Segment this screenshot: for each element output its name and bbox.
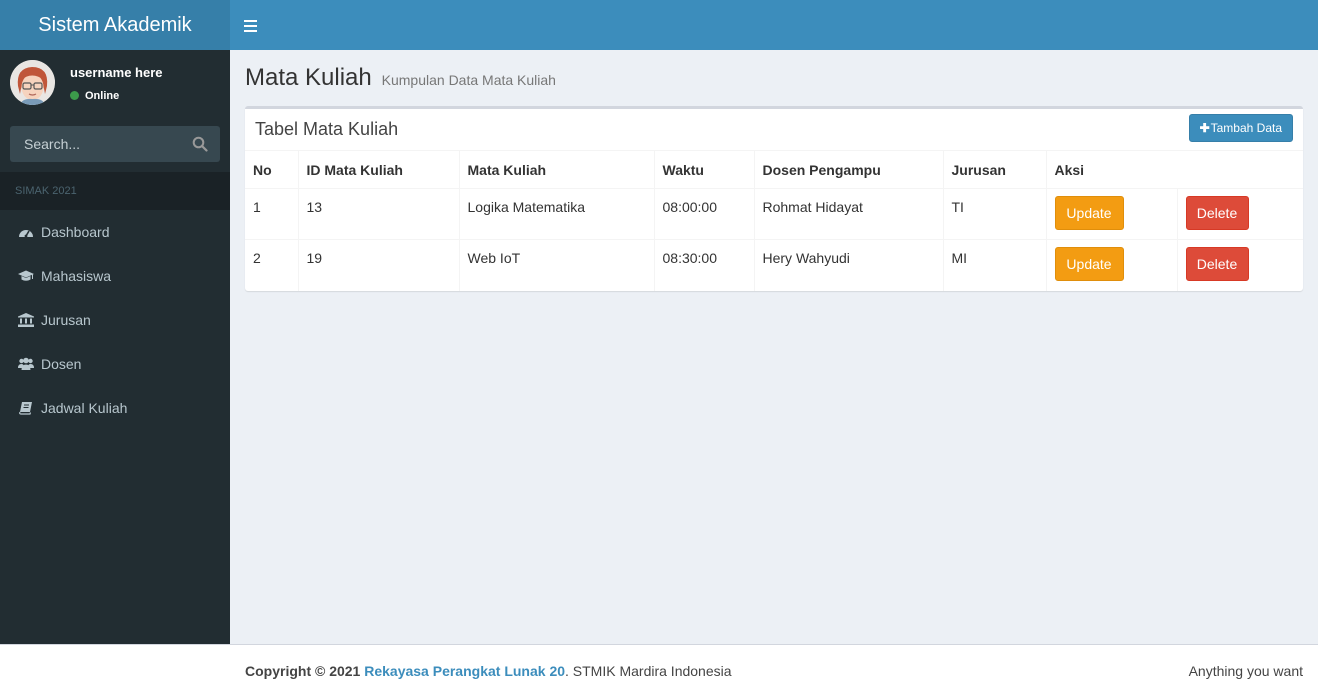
- search-input[interactable]: [10, 126, 180, 162]
- sidebar-item-jadwal-kuliah[interactable]: Jadwal Kuliah: [0, 386, 230, 430]
- cell-dosen: Rohmat Hidayat: [753, 188, 943, 240]
- cell-dosen: Hery Wahyudi: [753, 239, 943, 291]
- column-header: ID Mata Kuliah: [297, 150, 459, 189]
- search-icon[interactable]: [192, 136, 208, 152]
- table-header-row: No ID Mata Kuliah Mata Kuliah Waktu Dose…: [245, 150, 1303, 189]
- sidebar-item-label: Dashboard: [41, 224, 110, 240]
- data-box: Tabel Mata Kuliah ✚Tambah Data No ID Mat…: [245, 106, 1303, 291]
- delete-button[interactable]: Delete: [1185, 196, 1249, 230]
- update-button[interactable]: Update: [1054, 247, 1124, 281]
- footer-link[interactable]: Rekayasa Perangkat Lunak 20: [364, 663, 565, 679]
- copyright-text: Copyright © 2021: [245, 663, 361, 679]
- graduation-cap-icon: [18, 256, 34, 281]
- cell-delete: Delete: [1176, 188, 1303, 240]
- footer-org: . STMIK Mardira Indonesia: [565, 663, 732, 679]
- footer-right-text: Anything you want: [1188, 663, 1303, 679]
- sidebar-toggle-icon[interactable]: [242, 15, 260, 35]
- app-logo[interactable]: Sistem Akademik: [0, 0, 230, 50]
- sidebar-item-label: Jadwal Kuliah: [41, 400, 128, 416]
- user-name: username here: [70, 65, 163, 80]
- cell-update: Update: [1045, 239, 1177, 291]
- plus-icon: ✚: [1199, 121, 1210, 135]
- user-status-label: Online: [85, 90, 120, 102]
- sidebar-item-mahasiswa[interactable]: Mahasiswa: [0, 254, 230, 298]
- book-icon: [18, 388, 34, 415]
- sidebar-item-label: Dosen: [41, 356, 82, 372]
- column-header: Aksi: [1045, 150, 1303, 189]
- cell-mata-kuliah: Logika Matematika: [458, 188, 654, 240]
- delete-button[interactable]: Delete: [1185, 247, 1249, 281]
- mata-kuliah-table: No ID Mata Kuliah Mata Kuliah Waktu Dose…: [245, 150, 1303, 291]
- sidebar-item-dosen[interactable]: Dosen: [0, 342, 230, 386]
- cell-waktu: 08:30:00: [653, 239, 754, 291]
- sidebar-menu: Dashboard Mahasiswa Jurusan Dosen Jadwal…: [0, 210, 230, 430]
- dashboard-icon: [18, 212, 34, 238]
- institution-icon: [18, 300, 34, 327]
- column-header: Mata Kuliah: [458, 150, 654, 189]
- cell-jurusan: MI: [942, 239, 1046, 291]
- footer-copyright: Copyright © 2021 Rekayasa Perangkat Luna…: [245, 663, 732, 679]
- user-panel: username here Online: [0, 50, 230, 112]
- top-navbar: [230, 0, 1318, 50]
- cell-mata-kuliah: Web IoT: [458, 239, 654, 291]
- cell-id: 13: [297, 188, 459, 240]
- column-header: No: [253, 161, 272, 178]
- cell-waktu: 08:00:00: [653, 188, 754, 240]
- table-row: 2 19 Web IoT 08:30:00 Hery Wahyudi MI Up…: [245, 239, 1303, 291]
- column-header: Dosen Pengampu: [753, 150, 943, 189]
- cell-update: Update: [1045, 188, 1177, 240]
- sidebar: username here Online SIMAK 2021 Dashboar…: [0, 50, 230, 644]
- add-data-label: Tambah Data: [1210, 121, 1282, 135]
- cell-no: 2: [253, 250, 261, 266]
- footer: Copyright © 2021 Rekayasa Perangkat Luna…: [0, 644, 1318, 695]
- sidebar-search: [10, 126, 220, 162]
- menu-header: SIMAK 2021: [0, 172, 230, 210]
- page-subtitle: Kumpulan Data Mata Kuliah: [381, 72, 556, 88]
- cell-no: 1: [253, 199, 261, 215]
- column-header: Jurusan: [942, 150, 1046, 189]
- box-title: Tabel Mata Kuliah: [255, 119, 399, 139]
- sidebar-item-label: Jurusan: [41, 312, 91, 328]
- add-data-button[interactable]: ✚Tambah Data: [1188, 114, 1293, 142]
- content-header: Mata Kuliah Kumpulan Data Mata Kuliah: [245, 64, 556, 92]
- sidebar-item-dashboard[interactable]: Dashboard: [0, 210, 230, 254]
- cell-id: 19: [297, 239, 459, 291]
- table-row: 1 13 Logika Matematika 08:00:00 Rohmat H…: [245, 188, 1303, 240]
- column-header: Waktu: [653, 150, 754, 189]
- avatar: [10, 60, 55, 105]
- cell-delete: Delete: [1176, 239, 1303, 291]
- sidebar-item-label: Mahasiswa: [41, 268, 112, 284]
- update-button[interactable]: Update: [1054, 196, 1124, 230]
- sidebar-item-jurusan[interactable]: Jurusan: [0, 298, 230, 342]
- users-icon: [18, 344, 34, 370]
- online-status-icon: [70, 91, 79, 100]
- page-title: Mata Kuliah: [245, 64, 372, 91]
- cell-jurusan: TI: [942, 188, 1046, 240]
- user-status: Online: [70, 90, 119, 102]
